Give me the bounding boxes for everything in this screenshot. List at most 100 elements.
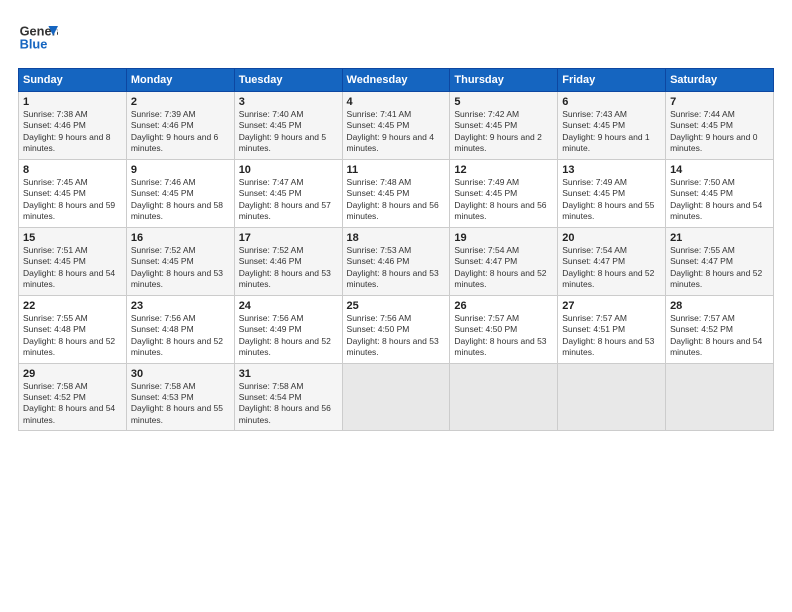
calendar-cell: 29Sunrise: 7:58 AMSunset: 4:52 PMDayligh… (19, 363, 127, 431)
calendar-cell: 5Sunrise: 7:42 AMSunset: 4:45 PMDaylight… (450, 92, 558, 160)
calendar-cell: 28Sunrise: 7:57 AMSunset: 4:52 PMDayligh… (666, 295, 774, 363)
day-info: Sunrise: 7:49 AMSunset: 4:45 PMDaylight:… (562, 177, 661, 223)
day-info: Sunrise: 7:56 AMSunset: 4:48 PMDaylight:… (131, 313, 230, 359)
day-number: 2 (131, 96, 230, 108)
day-number: 28 (670, 300, 769, 312)
calendar-cell: 23Sunrise: 7:56 AMSunset: 4:48 PMDayligh… (126, 295, 234, 363)
calendar-cell: 18Sunrise: 7:53 AMSunset: 4:46 PMDayligh… (342, 227, 450, 295)
day-number: 5 (454, 96, 553, 108)
calendar-week-row: 8Sunrise: 7:45 AMSunset: 4:45 PMDaylight… (19, 159, 774, 227)
day-info: Sunrise: 7:52 AMSunset: 4:46 PMDaylight:… (239, 245, 338, 291)
calendar-cell: 13Sunrise: 7:49 AMSunset: 4:45 PMDayligh… (558, 159, 666, 227)
day-info: Sunrise: 7:56 AMSunset: 4:50 PMDaylight:… (347, 313, 446, 359)
day-info: Sunrise: 7:58 AMSunset: 4:54 PMDaylight:… (239, 381, 338, 427)
day-number: 21 (670, 232, 769, 244)
calendar-cell (666, 363, 774, 431)
calendar-cell: 2Sunrise: 7:39 AMSunset: 4:46 PMDaylight… (126, 92, 234, 160)
day-number: 15 (23, 232, 122, 244)
calendar-cell: 16Sunrise: 7:52 AMSunset: 4:45 PMDayligh… (126, 227, 234, 295)
calendar-cell: 31Sunrise: 7:58 AMSunset: 4:54 PMDayligh… (234, 363, 342, 431)
day-number: 18 (347, 232, 446, 244)
day-number: 17 (239, 232, 338, 244)
calendar-cell: 20Sunrise: 7:54 AMSunset: 4:47 PMDayligh… (558, 227, 666, 295)
day-info: Sunrise: 7:54 AMSunset: 4:47 PMDaylight:… (454, 245, 553, 291)
day-of-week-header: Wednesday (342, 69, 450, 92)
day-number: 23 (131, 300, 230, 312)
day-info: Sunrise: 7:52 AMSunset: 4:45 PMDaylight:… (131, 245, 230, 291)
day-number: 25 (347, 300, 446, 312)
calendar-cell: 6Sunrise: 7:43 AMSunset: 4:45 PMDaylight… (558, 92, 666, 160)
day-info: Sunrise: 7:45 AMSunset: 4:45 PMDaylight:… (23, 177, 122, 223)
day-info: Sunrise: 7:53 AMSunset: 4:46 PMDaylight:… (347, 245, 446, 291)
calendar-week-row: 29Sunrise: 7:58 AMSunset: 4:52 PMDayligh… (19, 363, 774, 431)
day-number: 14 (670, 164, 769, 176)
calendar-cell: 22Sunrise: 7:55 AMSunset: 4:48 PMDayligh… (19, 295, 127, 363)
day-number: 1 (23, 96, 122, 108)
day-number: 12 (454, 164, 553, 176)
logo: General Blue (18, 18, 58, 58)
day-number: 7 (670, 96, 769, 108)
calendar-week-row: 1Sunrise: 7:38 AMSunset: 4:46 PMDaylight… (19, 92, 774, 160)
day-of-week-header: Friday (558, 69, 666, 92)
day-info: Sunrise: 7:49 AMSunset: 4:45 PMDaylight:… (454, 177, 553, 223)
day-number: 9 (131, 164, 230, 176)
day-number: 26 (454, 300, 553, 312)
day-info: Sunrise: 7:39 AMSunset: 4:46 PMDaylight:… (131, 109, 230, 155)
calendar-table: SundayMondayTuesdayWednesdayThursdayFrid… (18, 68, 774, 431)
calendar-cell: 15Sunrise: 7:51 AMSunset: 4:45 PMDayligh… (19, 227, 127, 295)
day-number: 4 (347, 96, 446, 108)
day-info: Sunrise: 7:43 AMSunset: 4:45 PMDaylight:… (562, 109, 661, 155)
day-info: Sunrise: 7:50 AMSunset: 4:45 PMDaylight:… (670, 177, 769, 223)
day-of-week-header: Thursday (450, 69, 558, 92)
day-info: Sunrise: 7:55 AMSunset: 4:47 PMDaylight:… (670, 245, 769, 291)
day-number: 16 (131, 232, 230, 244)
day-number: 3 (239, 96, 338, 108)
day-info: Sunrise: 7:42 AMSunset: 4:45 PMDaylight:… (454, 109, 553, 155)
day-info: Sunrise: 7:44 AMSunset: 4:45 PMDaylight:… (670, 109, 769, 155)
calendar-cell: 25Sunrise: 7:56 AMSunset: 4:50 PMDayligh… (342, 295, 450, 363)
day-info: Sunrise: 7:58 AMSunset: 4:52 PMDaylight:… (23, 381, 122, 427)
calendar-week-row: 15Sunrise: 7:51 AMSunset: 4:45 PMDayligh… (19, 227, 774, 295)
day-info: Sunrise: 7:41 AMSunset: 4:45 PMDaylight:… (347, 109, 446, 155)
calendar-body: 1Sunrise: 7:38 AMSunset: 4:46 PMDaylight… (19, 92, 774, 431)
calendar-cell (342, 363, 450, 431)
day-info: Sunrise: 7:56 AMSunset: 4:49 PMDaylight:… (239, 313, 338, 359)
calendar-cell: 17Sunrise: 7:52 AMSunset: 4:46 PMDayligh… (234, 227, 342, 295)
calendar-cell: 9Sunrise: 7:46 AMSunset: 4:45 PMDaylight… (126, 159, 234, 227)
calendar-cell: 14Sunrise: 7:50 AMSunset: 4:45 PMDayligh… (666, 159, 774, 227)
calendar-cell: 3Sunrise: 7:40 AMSunset: 4:45 PMDaylight… (234, 92, 342, 160)
calendar-cell: 4Sunrise: 7:41 AMSunset: 4:45 PMDaylight… (342, 92, 450, 160)
header: General Blue (18, 18, 774, 58)
calendar-cell: 30Sunrise: 7:58 AMSunset: 4:53 PMDayligh… (126, 363, 234, 431)
day-info: Sunrise: 7:38 AMSunset: 4:46 PMDaylight:… (23, 109, 122, 155)
day-of-week-header: Monday (126, 69, 234, 92)
calendar-cell: 21Sunrise: 7:55 AMSunset: 4:47 PMDayligh… (666, 227, 774, 295)
calendar-cell: 24Sunrise: 7:56 AMSunset: 4:49 PMDayligh… (234, 295, 342, 363)
day-of-week-header: Sunday (19, 69, 127, 92)
day-info: Sunrise: 7:58 AMSunset: 4:53 PMDaylight:… (131, 381, 230, 427)
calendar-header-row: SundayMondayTuesdayWednesdayThursdayFrid… (19, 69, 774, 92)
calendar-cell: 8Sunrise: 7:45 AMSunset: 4:45 PMDaylight… (19, 159, 127, 227)
day-info: Sunrise: 7:57 AMSunset: 4:51 PMDaylight:… (562, 313, 661, 359)
calendar-cell: 11Sunrise: 7:48 AMSunset: 4:45 PMDayligh… (342, 159, 450, 227)
day-info: Sunrise: 7:54 AMSunset: 4:47 PMDaylight:… (562, 245, 661, 291)
day-number: 29 (23, 368, 122, 380)
day-number: 22 (23, 300, 122, 312)
day-info: Sunrise: 7:55 AMSunset: 4:48 PMDaylight:… (23, 313, 122, 359)
day-number: 19 (454, 232, 553, 244)
day-number: 10 (239, 164, 338, 176)
day-number: 31 (239, 368, 338, 380)
day-number: 20 (562, 232, 661, 244)
day-info: Sunrise: 7:47 AMSunset: 4:45 PMDaylight:… (239, 177, 338, 223)
day-info: Sunrise: 7:48 AMSunset: 4:45 PMDaylight:… (347, 177, 446, 223)
day-number: 13 (562, 164, 661, 176)
day-info: Sunrise: 7:46 AMSunset: 4:45 PMDaylight:… (131, 177, 230, 223)
calendar-cell: 27Sunrise: 7:57 AMSunset: 4:51 PMDayligh… (558, 295, 666, 363)
day-number: 24 (239, 300, 338, 312)
svg-text:Blue: Blue (20, 36, 48, 51)
day-of-week-header: Tuesday (234, 69, 342, 92)
day-info: Sunrise: 7:57 AMSunset: 4:50 PMDaylight:… (454, 313, 553, 359)
calendar-cell (558, 363, 666, 431)
calendar-cell: 7Sunrise: 7:44 AMSunset: 4:45 PMDaylight… (666, 92, 774, 160)
calendar-cell (450, 363, 558, 431)
